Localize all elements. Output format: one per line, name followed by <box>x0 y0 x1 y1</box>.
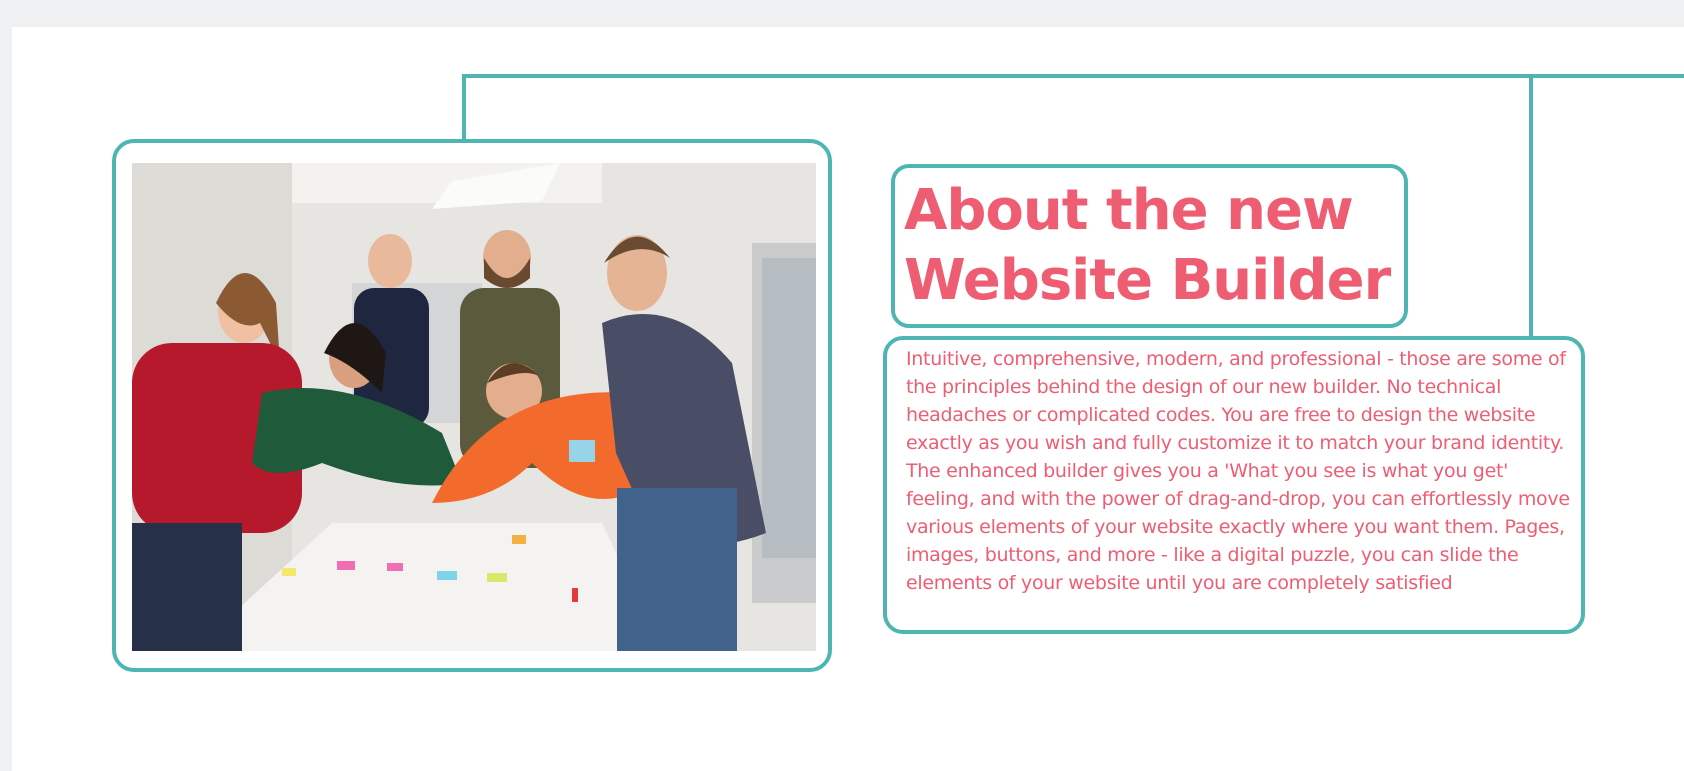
decorative-line-right-drop <box>1529 74 1533 338</box>
decorative-line-left-drop <box>462 74 466 141</box>
team-photo <box>132 163 816 651</box>
section-description: Intuitive, comprehensive, modern, and pr… <box>906 348 1570 594</box>
decorative-line-top <box>462 74 1684 78</box>
section-title: About the new Website Builder <box>904 178 1391 313</box>
team-photo-illustration <box>132 163 816 651</box>
